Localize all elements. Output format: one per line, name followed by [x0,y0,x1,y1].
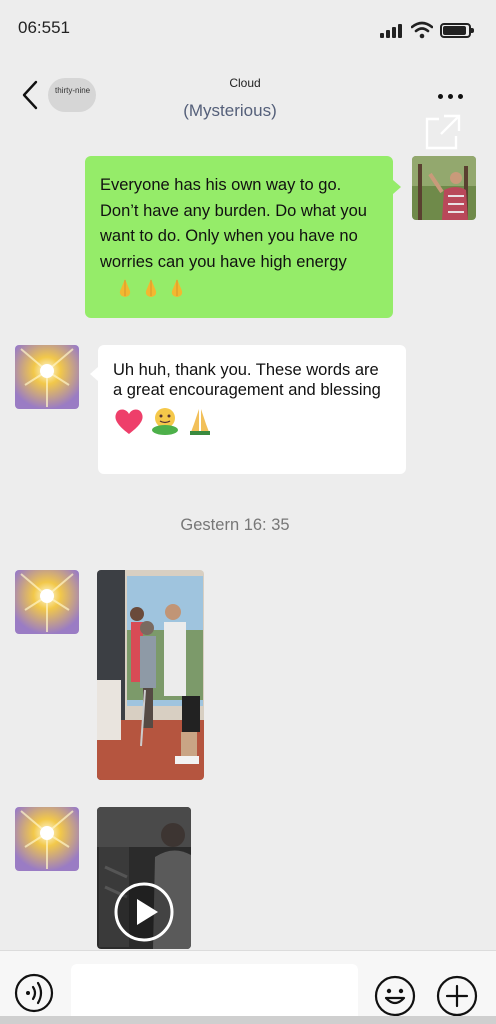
pray-emoji-icon [145,278,157,297]
input-bar [0,950,496,1024]
sent-message-bubble[interactable]: Everyone has his own way to go. Don’t ha… [85,156,401,318]
status-bar: 06:551 [0,0,496,56]
received-message-bubble[interactable]: Uh huh, thank you. These words are a gre… [90,345,406,474]
pray-emoji-icon [171,278,183,297]
battery-icon [440,23,474,38]
contact-avatar[interactable] [15,345,79,409]
status-time: 06:551 [18,18,70,37]
chat-header: thirty-nine Cloud (Mysterious) [0,56,496,138]
pray-emoji-icon [119,278,131,297]
video-message[interactable] [97,807,191,949]
chat-title: Cloud [229,76,261,90]
message-timestamp: Gestern 16: 35 [180,516,290,534]
sent-emoji-group [114,277,188,299]
more-options-button[interactable] [436,92,468,102]
share-icon[interactable] [424,113,462,151]
received-message-text: Uh huh, thank you. These words are a gre… [113,361,381,399]
wifi-icon [411,21,433,39]
pray-emoji-icon [190,409,210,435]
hug-emoji-icon [152,408,178,435]
play-icon[interactable] [113,881,175,943]
received-emoji-group [113,404,392,438]
signal-icon [380,24,406,38]
plus-button[interactable] [436,975,478,1017]
sent-message-text: Everyone has his own way to go. Don’t ha… [100,176,367,271]
my-avatar[interactable] [412,156,476,220]
photo-message[interactable] [97,570,204,780]
message-input[interactable] [71,964,358,1022]
chat-subtitle: (Mysterious) [183,101,277,120]
voice-input-button[interactable] [14,973,54,1013]
home-indicator [0,1016,496,1024]
emoji-button[interactable] [374,975,416,1017]
heart-emoji-icon [115,409,143,434]
contact-avatar[interactable] [15,807,79,871]
contact-avatar[interactable] [15,570,79,634]
